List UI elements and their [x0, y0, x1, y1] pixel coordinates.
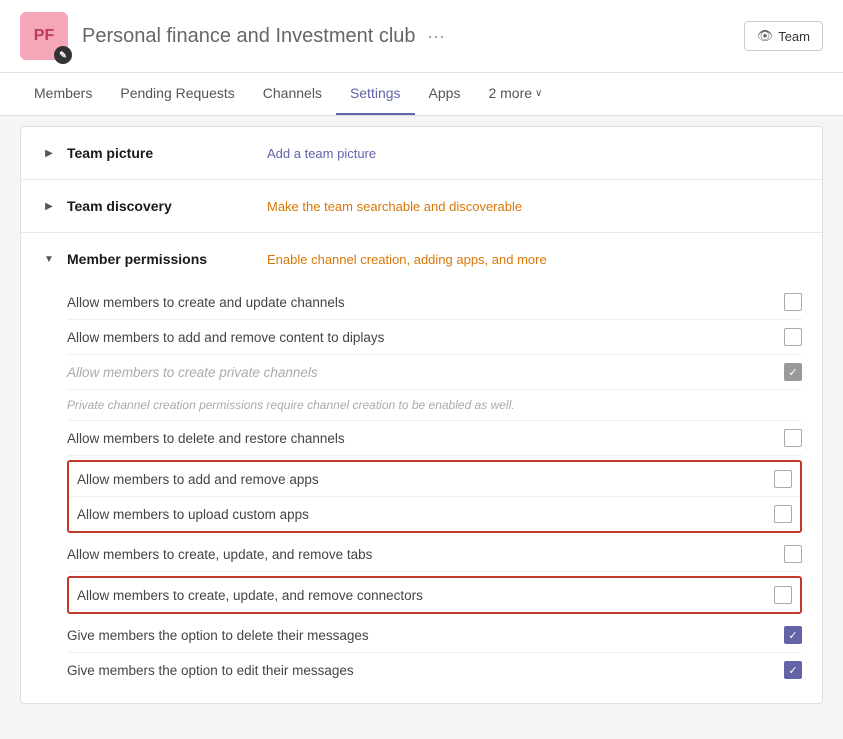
section-member-permissions-title: Member permissions: [67, 251, 267, 267]
permission-label: Give members the option to delete their …: [67, 628, 784, 643]
permission-add-remove-content: Allow members to add and remove content …: [67, 320, 802, 355]
tab-settings[interactable]: Settings: [336, 73, 415, 115]
permission-label: Allow members to create, update, and rem…: [77, 588, 774, 603]
chevron-down-icon: ∨: [535, 88, 542, 99]
permission-delete-messages: Give members the option to delete their …: [67, 618, 802, 653]
section-team-discovery: ▶ Team discovery Make the team searchabl…: [21, 180, 822, 233]
team-avatar: PF ✎: [20, 12, 68, 60]
app-header: PF ✎ Personal finance and Investment clu…: [0, 0, 843, 73]
section-member-permissions-desc[interactable]: Enable channel creation, adding apps, an…: [267, 252, 547, 267]
permission-note-label: Private channel creation permissions req…: [67, 398, 802, 412]
team-name: Personal finance and Investment club ···: [82, 25, 744, 48]
highlighted-connectors-group: Allow members to create, update, and rem…: [67, 576, 802, 614]
checkbox-edit-messages[interactable]: [784, 661, 802, 679]
checkbox-upload-custom-apps[interactable]: [774, 505, 792, 523]
permission-edit-messages: Give members the option to edit their me…: [67, 653, 802, 687]
tab-pending-requests[interactable]: Pending Requests: [106, 73, 248, 115]
permission-label: Allow members to create, update, and rem…: [67, 547, 784, 562]
section-member-permissions-header[interactable]: ▼ Member permissions Enable channel crea…: [21, 233, 822, 285]
avatar-initials: PF: [34, 27, 54, 45]
checkbox-create-update-remove-tabs[interactable]: [784, 545, 802, 563]
member-permissions-body: Allow members to create and update chann…: [21, 285, 822, 703]
chevron-right-icon: ▶: [41, 145, 57, 161]
permission-connectors: Allow members to create, update, and rem…: [69, 578, 800, 612]
settings-panel: ▶ Team picture Add a team picture ▶ Team…: [20, 126, 823, 704]
permission-private-channel-note: Private channel creation permissions req…: [67, 390, 802, 421]
checkbox-create-private-channels[interactable]: [784, 363, 802, 381]
team-view-button[interactable]: 👁 Team: [744, 21, 823, 51]
tab-members[interactable]: Members: [20, 73, 106, 115]
tab-channels[interactable]: Channels: [249, 73, 336, 115]
section-team-picture-header[interactable]: ▶ Team picture Add a team picture: [21, 127, 822, 179]
tab-more[interactable]: 2 more ∨: [474, 73, 556, 115]
permission-label: Allow members to create and update chann…: [67, 295, 784, 310]
permission-label: Allow members to add and remove content …: [67, 330, 784, 345]
highlighted-apps-group: Allow members to add and remove apps All…: [67, 460, 802, 533]
section-team-picture-title: Team picture: [67, 145, 267, 161]
chevron-down-icon: ▼: [41, 251, 57, 267]
checkbox-delete-messages[interactable]: [784, 626, 802, 644]
nav-tabs: Members Pending Requests Channels Settin…: [0, 73, 843, 116]
permission-label: Allow members to add and remove apps: [77, 472, 774, 487]
permission-label: Give members the option to edit their me…: [67, 663, 784, 678]
checkbox-connectors[interactable]: [774, 586, 792, 604]
permission-label: Allow members to create private channels: [67, 365, 784, 380]
team-button-label: Team: [778, 29, 810, 44]
eye-icon: 👁: [757, 28, 774, 44]
permission-label: Allow members to upload custom apps: [77, 507, 774, 522]
checkbox-create-update-channels[interactable]: [784, 293, 802, 311]
section-team-picture: ▶ Team picture Add a team picture: [21, 127, 822, 180]
tab-more-label: 2 more: [488, 85, 532, 101]
checkbox-add-remove-apps[interactable]: [774, 470, 792, 488]
checkbox-add-remove-content[interactable]: [784, 328, 802, 346]
section-team-picture-desc[interactable]: Add a team picture: [267, 146, 376, 161]
chevron-right-icon: ▶: [41, 198, 57, 214]
tab-apps[interactable]: Apps: [415, 73, 475, 115]
permission-add-remove-apps: Allow members to add and remove apps: [69, 462, 800, 497]
section-team-discovery-title: Team discovery: [67, 198, 267, 214]
avatar-edit-icon[interactable]: ✎: [54, 46, 72, 64]
section-team-discovery-desc[interactable]: Make the team searchable and discoverabl…: [267, 199, 522, 214]
permission-create-private-channels: Allow members to create private channels: [67, 355, 802, 390]
permission-create-update-remove-tabs: Allow members to create, update, and rem…: [67, 537, 802, 572]
permission-upload-custom-apps: Allow members to upload custom apps: [69, 497, 800, 531]
section-team-discovery-header[interactable]: ▶ Team discovery Make the team searchabl…: [21, 180, 822, 232]
permission-delete-restore-channels: Allow members to delete and restore chan…: [67, 421, 802, 456]
permission-label: Allow members to delete and restore chan…: [67, 431, 784, 446]
main-content: ▶ Team picture Add a team picture ▶ Team…: [0, 116, 843, 714]
section-member-permissions: ▼ Member permissions Enable channel crea…: [21, 233, 822, 703]
permission-create-update-channels: Allow members to create and update chann…: [67, 285, 802, 320]
checkbox-delete-restore-channels[interactable]: [784, 429, 802, 447]
